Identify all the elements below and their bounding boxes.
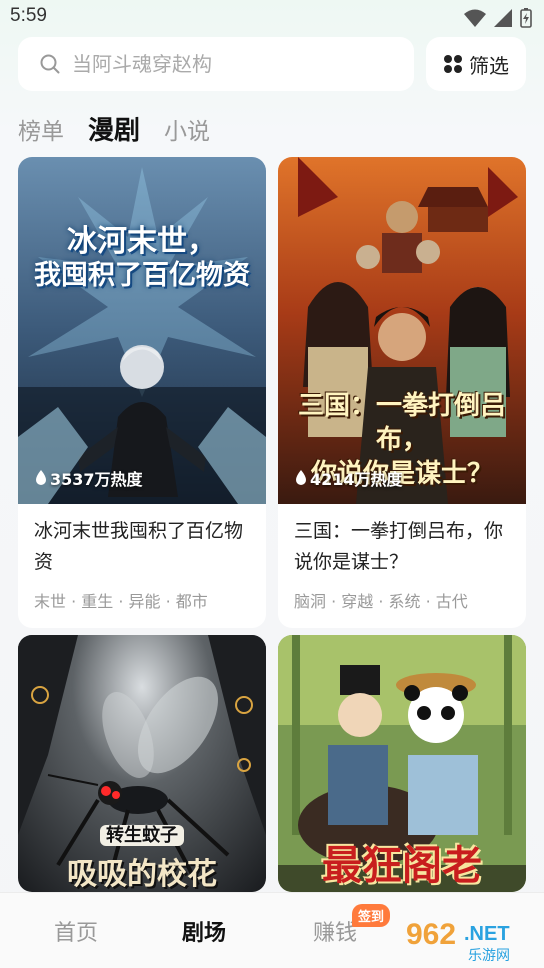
- cover-title-text: 转生蚊子: [18, 821, 266, 847]
- status-icons: [464, 8, 532, 28]
- filter-button[interactable]: 筛选: [426, 37, 526, 91]
- nav-theater[interactable]: 剧场: [182, 915, 226, 947]
- card-title[interactable]: 三国：一拳打倒吕布，你说你是谋士？: [278, 504, 526, 582]
- cover-title-line1: 三国：一拳打倒吕布，: [297, 391, 506, 455]
- card-tags: 脑洞 · 穿越 · 系统 · 古代: [294, 592, 468, 611]
- grid-icon: [444, 55, 462, 73]
- drama-card[interactable]: 最狂阁老: [278, 635, 526, 892]
- tab-manga-drama[interactable]: 漫剧: [88, 110, 140, 147]
- heat-count: 3537万热度: [34, 466, 143, 490]
- flame-icon: [296, 470, 306, 485]
- status-time: 5:59: [10, 5, 47, 26]
- nav-home[interactable]: 首页: [54, 915, 98, 947]
- signal-icon: [494, 9, 512, 27]
- card-title[interactable]: 冰河末世我囤积了百亿物资: [18, 504, 266, 582]
- cover-art-ice: [18, 157, 266, 504]
- battery-icon: [520, 8, 532, 28]
- heat-text: 3537万热度: [50, 470, 143, 489]
- drama-cover[interactable]: 转生蚊子 吸吸的校花: [18, 635, 266, 892]
- tab-novels[interactable]: 小说: [164, 112, 210, 146]
- watermark-number: 962: [406, 918, 456, 951]
- cover-title-line1: 冰河末世，: [67, 224, 217, 259]
- category-tabs: 榜单 漫剧 小说: [18, 110, 210, 147]
- drama-cover[interactable]: 最狂阁老: [278, 635, 526, 892]
- watermark-sub: 乐游网: [468, 948, 510, 964]
- filter-label: 筛选: [469, 53, 509, 78]
- drama-card[interactable]: 转生蚊子 吸吸的校花: [18, 635, 266, 892]
- wifi-icon: [464, 9, 486, 27]
- cover-title-text: 最狂阁老: [322, 842, 482, 889]
- cover-title-line2: 我囤积了百亿物资: [34, 260, 250, 291]
- cover-title-text: 冰河末世， 我囤积了百亿物资: [18, 225, 266, 293]
- search-box[interactable]: [18, 37, 414, 91]
- tab-rankings[interactable]: 榜单: [18, 112, 64, 146]
- drama-cover[interactable]: 冰河末世， 我囤积了百亿物资 3537万热度: [18, 157, 266, 504]
- flame-icon: [36, 470, 46, 485]
- nav-earn-money[interactable]: 赚钱: [313, 915, 357, 947]
- cover-title-line1: 转生蚊子: [100, 825, 184, 846]
- heat-text: 4214万热度: [310, 470, 403, 489]
- heat-count: 4214万热度: [294, 466, 403, 490]
- watermark-logo: 962 .NET 乐游网: [406, 918, 510, 964]
- sign-in-badge[interactable]: 签到: [352, 904, 391, 927]
- cover-title-line2: 吸吸的校花: [67, 857, 217, 892]
- card-tags: 末世 · 重生 · 异能 · 都市: [34, 592, 208, 611]
- drama-cover[interactable]: 三国：一拳打倒吕布， 你说你是谋士？ 4214万热度: [278, 157, 526, 504]
- search-icon: [40, 54, 60, 74]
- drama-card[interactable]: 冰河末世， 我囤积了百亿物资 3537万热度 冰河末世我囤积了百亿物资 末世 ·…: [18, 157, 266, 628]
- watermark-suffix: .NET: [464, 923, 510, 945]
- search-input[interactable]: [72, 52, 372, 76]
- site-watermark: 962 .NET 乐游网: [404, 914, 540, 964]
- status-bar: 5:59: [0, 0, 544, 36]
- drama-card[interactable]: 三国：一拳打倒吕布， 你说你是谋士？ 4214万热度 三国：一拳打倒吕布，你说你…: [278, 157, 526, 628]
